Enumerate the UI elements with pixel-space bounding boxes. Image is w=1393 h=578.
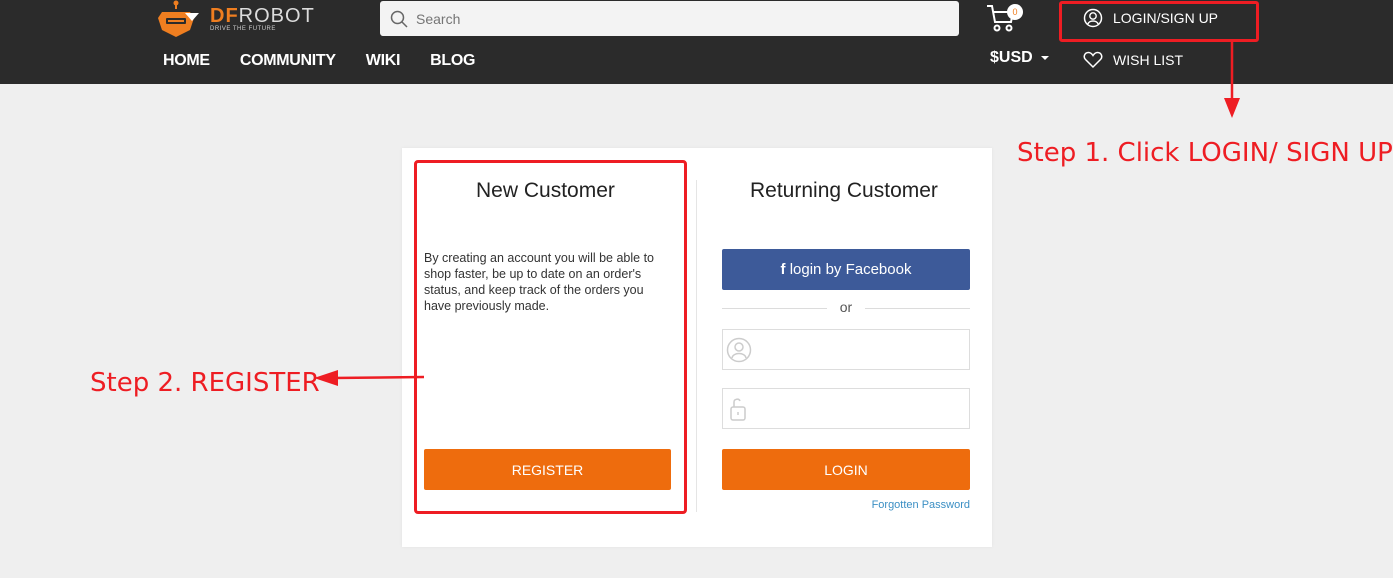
search-bar[interactable] [380,1,959,36]
forgotten-password-link[interactable]: Forgotten Password [830,499,970,511]
dfrobot-logo[interactable]: DFROBOT DRIVE THE FUTURE [156,0,315,38]
step2-annotation: Step 2. REGISTER [90,368,320,398]
or-label: or [839,299,853,315]
logo-brand-df: DF [210,5,239,27]
column-divider [696,180,697,512]
user-icon [726,337,752,363]
step2-arrow-icon [314,370,425,386]
search-input[interactable] [416,10,936,27]
login-button[interactable]: LOGIN [722,449,970,490]
logo-brand-robot: ROBOT [238,5,315,27]
nav-blog[interactable]: BLOG [430,52,475,70]
returning-customer-title: Returning Customer [750,179,938,202]
search-icon [390,10,408,28]
wishlist-label: WISH LIST [1113,52,1184,68]
login-highlight-box [1059,1,1259,42]
or-separator: or [722,299,970,317]
new-customer-highlight-box [414,160,687,514]
or-line-right [865,308,970,309]
logo-dropdown-caret-icon[interactable] [185,13,199,21]
cart-button[interactable]: 0 [985,2,1025,34]
heart-icon [1083,51,1103,69]
username-input[interactable] [757,338,957,362]
facebook-login-button[interactable]: f login by Facebook [722,249,970,290]
currency-label: $USD [990,49,1033,66]
facebook-icon: f [780,261,786,278]
chevron-down-icon [1040,56,1049,60]
password-field[interactable] [722,388,970,429]
step1-arrow-icon [1224,42,1240,118]
nav-home[interactable]: HOME [163,52,210,70]
password-input[interactable] [757,397,957,421]
lock-icon [730,398,746,421]
nav-wiki[interactable]: WIKI [366,52,401,70]
facebook-login-label: login by Facebook [789,261,912,278]
step1-annotation: Step 1. Click LOGIN/ SIGN UP [1017,138,1393,168]
cart-count-badge: 0 [1007,4,1023,20]
wishlist-link[interactable]: WISH LIST [1083,51,1183,69]
main-nav: HOME COMMUNITY WIKI BLOG [163,52,475,70]
username-field[interactable] [722,329,970,370]
nav-community[interactable]: COMMUNITY [240,52,336,70]
currency-selector[interactable]: $USD [990,49,1049,67]
